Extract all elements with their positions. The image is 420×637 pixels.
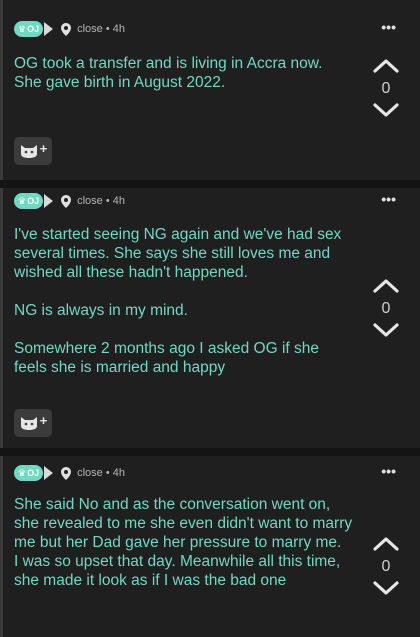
divider (0, 448, 420, 456)
downvote-chevron-icon[interactable] (372, 322, 400, 338)
add-reaction-button[interactable]: + (14, 137, 52, 165)
play-arrow-icon (44, 22, 54, 36)
op-badge-label: OJ (27, 195, 40, 206)
comment-card-2: ♛ OJ close • 4h ••• I've started seeing … (0, 188, 420, 448)
upvote-chevron-icon[interactable] (372, 58, 400, 74)
divider (0, 180, 420, 188)
op-badge[interactable]: ♛ OJ (14, 193, 44, 209)
vote-count: 0 (381, 558, 391, 575)
comment-text: I've started seeing NG again and we've h… (14, 226, 342, 376)
cat-reaction-icon (20, 145, 37, 158)
thread-line (0, 188, 3, 448)
location-pin-icon (61, 194, 72, 208)
add-reaction-button[interactable]: + (14, 409, 52, 437)
thread-line (0, 456, 3, 637)
location-pin-icon (61, 466, 72, 480)
more-dots-icon[interactable]: ••• (381, 192, 396, 206)
play-arrow-icon (44, 466, 54, 480)
cat-reaction-icon (20, 417, 37, 430)
crown-icon: ♛ (18, 195, 27, 206)
downvote-chevron-icon[interactable] (372, 580, 400, 596)
comment-card-1: ♛ OJ close • 4h ••• OG took a transfer a… (0, 0, 420, 180)
location-time: close • 4h (77, 467, 125, 479)
comment-meta: ♛ OJ close • 4h (14, 20, 125, 38)
comment-text: She said No and as the conversation went… (14, 496, 353, 589)
crown-icon: ♛ (18, 23, 27, 34)
vote-control: 0 (366, 278, 406, 338)
vote-control: 0 (366, 58, 406, 118)
downvote-chevron-icon[interactable] (372, 102, 400, 118)
comment-meta: ♛ OJ close • 4h (14, 464, 125, 482)
add-plus: + (39, 412, 48, 428)
comment-meta: ♛ OJ close • 4h (14, 192, 125, 210)
location-pin-icon (61, 22, 72, 36)
location-time: close • 4h (77, 23, 125, 35)
add-plus: + (39, 140, 48, 156)
vote-control: 0 (366, 536, 406, 596)
more-dots-icon[interactable]: ••• (381, 20, 396, 34)
upvote-chevron-icon[interactable] (372, 278, 400, 294)
op-badge-label: OJ (27, 23, 40, 34)
upvote-chevron-icon[interactable] (372, 536, 400, 552)
op-badge[interactable]: ♛ OJ (14, 465, 44, 481)
more-dots-icon[interactable]: ••• (381, 464, 396, 478)
location-time: close • 4h (77, 195, 125, 207)
vote-count: 0 (381, 80, 391, 97)
thread-line (0, 0, 3, 180)
crown-icon: ♛ (18, 467, 27, 478)
play-arrow-icon (44, 194, 54, 208)
comment-card-3: ♛ OJ close • 4h ••• She said No and as t… (0, 456, 420, 637)
comment-text: OG took a transfer and is living in Accr… (14, 55, 323, 91)
vote-count: 0 (381, 300, 391, 317)
op-badge-label: OJ (27, 467, 40, 478)
op-badge[interactable]: ♛ OJ (14, 21, 44, 37)
